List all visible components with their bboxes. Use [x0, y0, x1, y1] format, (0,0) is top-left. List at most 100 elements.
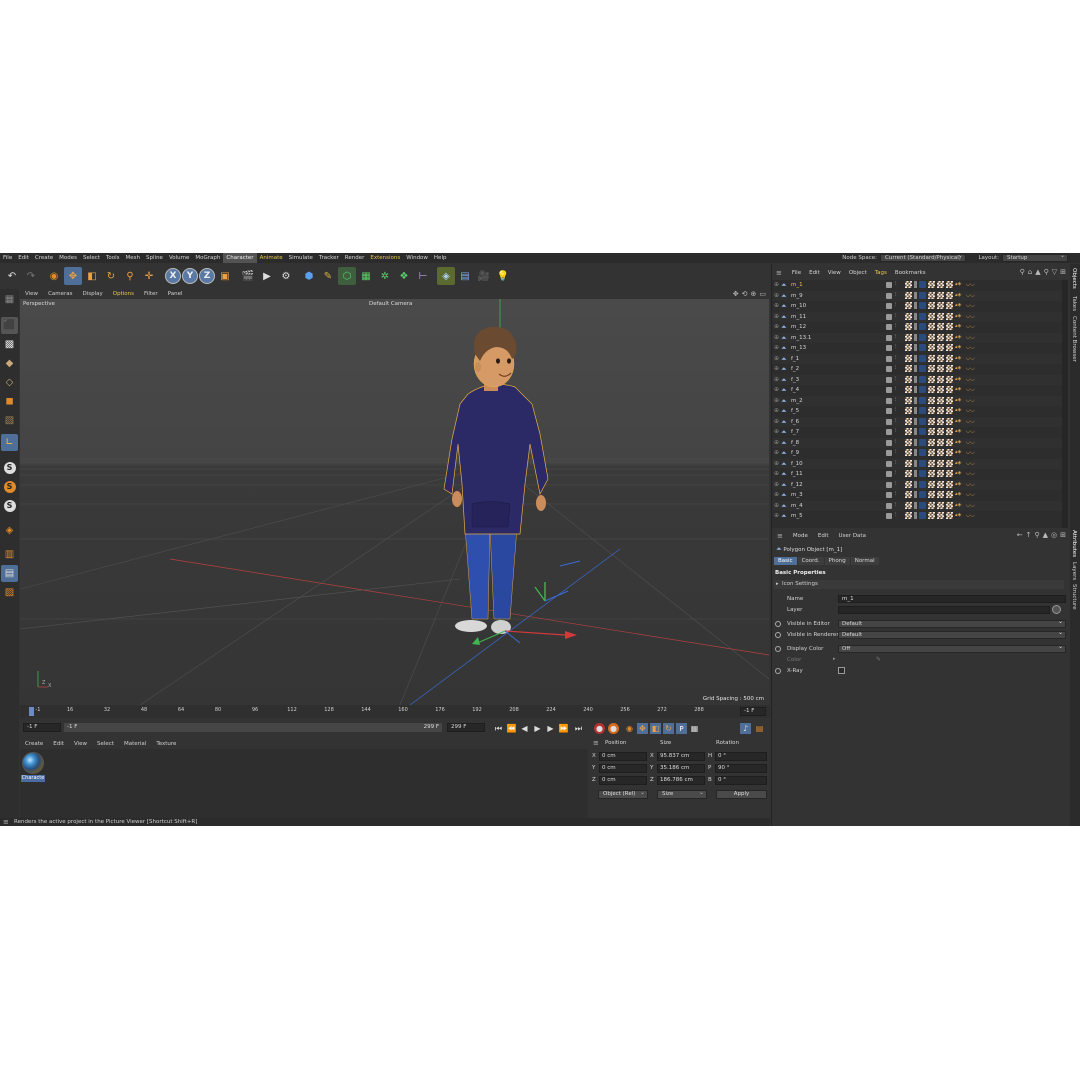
visibility-dots-icon[interactable]: ⁝	[895, 397, 897, 403]
visibility-dots-icon[interactable]: ⁝	[895, 323, 897, 329]
selection-tag-icon[interactable]	[928, 302, 935, 309]
rotate-tool-icon[interactable]: ↻	[102, 267, 120, 285]
normal-tag-icon[interactable]: ▴◈	[955, 397, 964, 404]
object-name[interactable]: f_6	[791, 419, 799, 425]
selection-tag-icon[interactable]	[928, 438, 935, 446]
model-mode-icon[interactable]: ⬛	[1, 317, 18, 334]
object-menu-object[interactable]: Object	[845, 270, 871, 276]
home-icon[interactable]: ⌂	[1028, 268, 1032, 276]
selection-tag-icon[interactable]	[937, 396, 944, 404]
menu-create[interactable]: Create	[32, 253, 56, 263]
layer-picker-icon[interactable]	[1052, 605, 1061, 614]
selection-tag-icon[interactable]	[928, 344, 935, 351]
previous-frame-icon[interactable]: ◀	[519, 723, 530, 734]
normal-tag-icon[interactable]: ▴◈	[955, 407, 964, 414]
phong-tag-icon[interactable]: ◡◡	[966, 407, 975, 414]
autokeying-icon[interactable]: ●	[608, 723, 619, 734]
uvw-tag-icon[interactable]	[905, 291, 912, 299]
coord-size-y-field[interactable]: 35.186 cm	[657, 764, 705, 773]
selection-tag-icon[interactable]	[928, 407, 935, 414]
visibility-dots-icon[interactable]: ⁝	[895, 334, 897, 340]
phong-tag-icon[interactable]: ◡◡	[966, 292, 975, 299]
light-icon[interactable]: 💡	[494, 267, 512, 285]
material-tag-icon[interactable]	[919, 459, 926, 467]
normal-tag-icon[interactable]: ▴◈	[955, 418, 964, 425]
polygons-mode-icon[interactable]: ◼	[1, 393, 18, 410]
snap-icon[interactable]: S	[1, 459, 18, 476]
object-name[interactable]: f_11	[791, 471, 803, 477]
object-name[interactable]: m_10	[791, 303, 806, 309]
object-list-item[interactable]: ⊕ ⏶ m_2 ⁝ ▴◈ ◡◡	[772, 395, 1062, 406]
selection-tag-icon[interactable]	[946, 480, 953, 488]
visibility-dots-icon[interactable]: ⁝	[895, 449, 897, 455]
layer-visibility-icon[interactable]	[886, 324, 892, 330]
visibility-dots-icon[interactable]: ⁝	[895, 407, 897, 413]
object-menu-tags[interactable]: Tags	[871, 270, 891, 276]
object-list-item[interactable]: ⊕ ⏶ m_11 ⁝ ▴◈ ◡◡	[772, 311, 1062, 322]
object-list-item[interactable]: ⊕ ⏶ m_5 ⁝ ▴◈ ◡◡	[772, 511, 1062, 522]
normal-tag-icon[interactable]: ▴◈	[955, 281, 964, 288]
expand-icon[interactable]: ⊕	[774, 428, 779, 435]
visibility-dots-icon[interactable]: ⁝	[895, 355, 897, 361]
material-tag-icon[interactable]	[919, 375, 926, 383]
field-icon[interactable]: ◈	[437, 267, 455, 285]
layer-visibility-icon[interactable]	[886, 345, 892, 351]
object-list-item[interactable]: ⊕ ⏶ f_10 ⁝ ▴◈ ◡◡	[772, 458, 1062, 469]
coord-pos-y-field[interactable]: 0 cm	[599, 764, 647, 773]
object-name[interactable]: m_3	[791, 492, 803, 498]
material-tag-icon[interactable]	[919, 512, 926, 519]
menu-mesh[interactable]: Mesh	[123, 253, 143, 263]
selection-tag-icon[interactable]	[946, 365, 953, 372]
object-name[interactable]: m_12	[791, 324, 806, 330]
object-name[interactable]: f_9	[791, 450, 799, 456]
object-list-item[interactable]: ⊕ ⏶ f_2 ⁝ ▴◈ ◡◡	[772, 364, 1062, 375]
deformer-icon[interactable]: ⊢	[414, 267, 432, 285]
selection-tag-icon[interactable]	[928, 323, 935, 330]
material-tag-icon[interactable]	[919, 344, 926, 351]
material-tag-icon[interactable]	[919, 501, 926, 509]
layer-visibility-icon[interactable]	[886, 292, 892, 299]
expand-icon[interactable]: ⊕	[774, 292, 779, 299]
uvw-tag-icon[interactable]	[905, 386, 912, 393]
icon-settings-group[interactable]: ▸ Icon Settings	[774, 580, 1064, 589]
normal-tag-icon[interactable]: ▴◈	[955, 376, 964, 383]
up-arrow-icon[interactable]: ↑	[1026, 531, 1032, 539]
rotate-view-icon[interactable]: ⟲	[742, 290, 748, 298]
object-list-item[interactable]: ⊕ ⏶ f_9 ⁝ ▴◈ ◡◡	[772, 448, 1062, 459]
normal-tag-icon[interactable]: ▴◈	[955, 460, 964, 467]
phong-tag-icon[interactable]: ◡◡	[966, 355, 975, 362]
render-settings-icon[interactable]: ⚙	[277, 267, 295, 285]
selection-tag-icon[interactable]	[946, 302, 953, 309]
uvw-tag-icon[interactable]	[905, 281, 912, 288]
tab-normal[interactable]: Normal	[850, 557, 879, 565]
selection-tag-icon[interactable]	[937, 312, 944, 320]
expand-icon[interactable]: ⊕	[774, 481, 779, 488]
visibility-dots-icon[interactable]: ⁝	[895, 470, 897, 476]
keyframe-selection-icon[interactable]: ◉	[624, 723, 635, 734]
layer-visibility-icon[interactable]	[886, 397, 892, 404]
normal-tag-icon[interactable]: ▴◈	[955, 313, 964, 320]
selection-tag-icon[interactable]	[946, 470, 953, 477]
object-name[interactable]: f_3	[791, 377, 799, 383]
pin-icon[interactable]: ◎	[1051, 531, 1057, 539]
object-list-item[interactable]: ⊕ ⏶ m_1 ⁝ ▴◈ ◡◡	[772, 280, 1062, 291]
normal-tag-icon[interactable]: ▴◈	[955, 502, 964, 509]
expand-icon[interactable]: ⊕	[774, 365, 779, 372]
layer-visibility-icon[interactable]	[886, 366, 892, 372]
normal-tag-icon[interactable]: ▴◈	[955, 386, 964, 393]
workplane-snap-icon[interactable]: S	[1, 497, 18, 514]
timeline-playhead[interactable]	[29, 707, 34, 716]
animate-radio[interactable]	[775, 621, 781, 627]
material-tag-icon[interactable]	[919, 449, 926, 456]
expand-icon[interactable]: ⊕	[774, 334, 779, 341]
y-axis-lock-button[interactable]: Y	[182, 268, 198, 284]
expand-icon[interactable]: ⊕	[774, 439, 779, 446]
menu-modes[interactable]: Modes	[56, 253, 80, 263]
object-list-item[interactable]: ⊕ ⏶ m_13 ⁝ ▴◈ ◡◡	[772, 343, 1062, 354]
expand-arrow-icon[interactable]: ▸	[776, 580, 779, 589]
material-tag-icon[interactable]	[919, 281, 926, 288]
menu-character[interactable]: Character	[223, 253, 257, 263]
selection-tag-icon[interactable]	[946, 449, 953, 456]
attribute-menu-user-data[interactable]: User Data	[834, 533, 871, 539]
x-axis-lock-button[interactable]: X	[165, 268, 181, 284]
